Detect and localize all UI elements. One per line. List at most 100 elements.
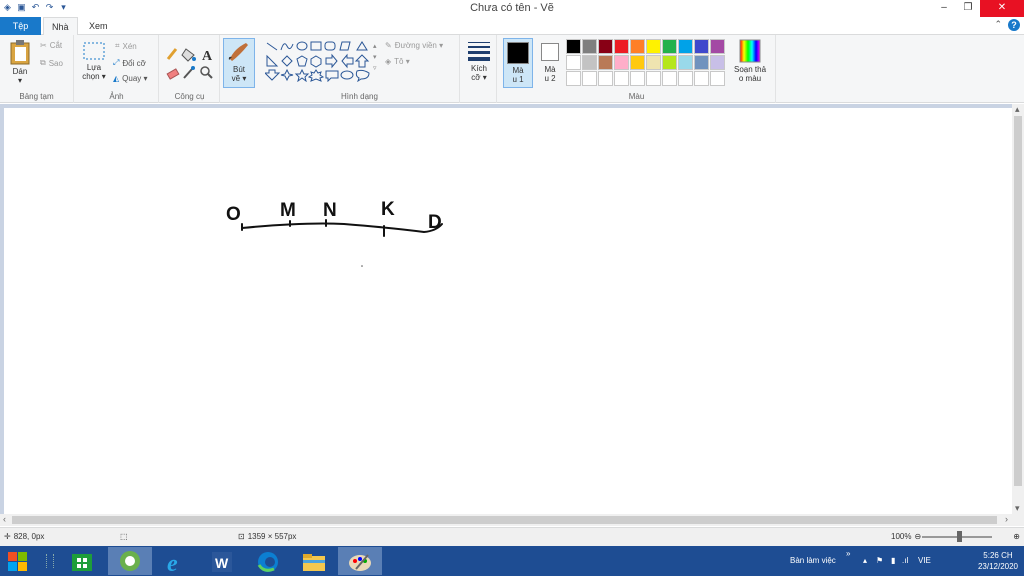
fill-bucket-icon[interactable] <box>181 48 196 62</box>
palette-swatch[interactable] <box>630 55 645 70</box>
internet-explorer-icon[interactable]: e <box>154 547 198 575</box>
resize-button[interactable]: ⤢ Đổi cỡ <box>113 58 146 68</box>
color-picker-icon[interactable] <box>183 66 195 79</box>
paste-button[interactable]: Dán ▾ <box>6 39 34 85</box>
store-icon[interactable] <box>60 547 104 575</box>
file-explorer-icon[interactable] <box>292 547 336 575</box>
edit-colors-button[interactable]: Soạn thả o màu <box>730 39 770 83</box>
network-icon[interactable]: .ıl <box>902 556 908 565</box>
selection-icon: ⬚ <box>120 532 128 541</box>
word-icon[interactable]: W <box>200 547 244 575</box>
rotate-button[interactable]: ◭ Quay ▾ <box>113 74 148 83</box>
size-button[interactable]: Kích cỡ ▾ <box>465 40 493 82</box>
palette-swatch[interactable] <box>662 71 677 86</box>
paint-taskbar-icon[interactable] <box>338 547 382 575</box>
edge-icon[interactable] <box>246 547 290 575</box>
shapes-scroll[interactable]: ▴ ▾ ▿ <box>373 41 377 74</box>
palette-swatch[interactable] <box>614 39 629 54</box>
palette-swatch[interactable] <box>678 39 693 54</box>
palette-swatch[interactable] <box>694 55 709 70</box>
cut-button[interactable]: ✂ Cắt <box>40 41 62 50</box>
palette-swatch[interactable] <box>678 55 693 70</box>
palette-swatch[interactable] <box>614 55 629 70</box>
show-hidden-icons[interactable]: ▴ <box>863 556 867 565</box>
brush-label-1: Bút <box>232 65 245 74</box>
scroll-right-icon[interactable]: › <box>1005 514 1008 524</box>
palette-swatch[interactable] <box>582 71 597 86</box>
horizontal-scrollbar[interactable]: ‹ › <box>0 514 1024 526</box>
scroll-up-icon[interactable]: ▴ <box>1015 104 1020 115</box>
palette-swatch[interactable] <box>710 71 725 86</box>
title-bar: ◈ ▣ ↶ ↷ ▾ Chưa có tên - Vẽ – ❐ ✕ <box>0 0 1024 17</box>
palette-swatch[interactable] <box>566 71 581 86</box>
palette-swatch[interactable] <box>630 71 645 86</box>
toolbar-expand-icon[interactable]: » <box>846 549 850 558</box>
maximize-button[interactable]: ❐ <box>956 0 980 17</box>
zoom-out-icon[interactable]: ⊖ <box>914 532 921 541</box>
palette-swatch[interactable] <box>598 55 613 70</box>
palette-swatch[interactable] <box>662 39 677 54</box>
palette-swatch[interactable] <box>646 55 661 70</box>
eraser-icon[interactable] <box>166 68 180 80</box>
collapse-ribbon-icon[interactable]: ⌃ <box>994 19 1002 31</box>
input-language[interactable]: VIE <box>918 556 931 565</box>
outline-button[interactable]: ✎ Đường viền ▾ <box>385 41 443 50</box>
minimize-button[interactable]: – <box>932 0 956 17</box>
vertical-scroll-thumb[interactable] <box>1014 116 1022 486</box>
pencil-icon[interactable] <box>166 48 178 60</box>
palette-swatch[interactable] <box>582 39 597 54</box>
scroll-left-icon[interactable]: ‹ <box>3 514 6 524</box>
palette-swatch[interactable] <box>678 71 693 86</box>
size-label-2: cỡ ▾ <box>471 73 487 82</box>
close-button[interactable]: ✕ <box>980 0 1024 17</box>
palette-swatch[interactable] <box>598 71 613 86</box>
color2-button[interactable]: Mà u 2 <box>536 38 564 83</box>
zoom-in-icon[interactable]: ⊕ <box>1013 532 1020 541</box>
palette-swatch[interactable] <box>614 71 629 86</box>
palette-swatch[interactable] <box>646 39 661 54</box>
help-icon[interactable]: ? <box>1008 19 1020 31</box>
tab-view[interactable]: Xem <box>81 17 116 35</box>
text-icon[interactable]: A <box>202 49 213 64</box>
ribbon-tabs: Tệp Nhà Xem ⌃ ? <box>0 17 1024 36</box>
ribbon: Dán ▾ ✂ Cắt ⧉ Sao Bảng tạm Lựa chọn ▾ ⌗ Xén… <box>0 35 1024 103</box>
horizontal-scroll-thumb[interactable] <box>12 516 997 524</box>
flag-icon[interactable]: ⚑ <box>876 556 883 565</box>
clock[interactable]: 5:26 CH 23/12/2020 <box>978 550 1018 572</box>
zoom-slider[interactable] <box>922 531 992 542</box>
desktop-toolbar-label[interactable]: Bàn làm việc <box>790 556 836 565</box>
magnifier-icon[interactable] <box>200 66 213 79</box>
tab-file[interactable]: Tệp <box>0 17 41 35</box>
palette-swatch[interactable] <box>630 39 645 54</box>
label-n: N <box>323 200 337 221</box>
battery-icon[interactable]: ▮ <box>891 556 895 565</box>
crop-button[interactable]: ⌗ Xén <box>115 41 137 51</box>
palette-swatch[interactable] <box>566 55 581 70</box>
palette-swatch[interactable] <box>662 55 677 70</box>
start-icon[interactable] <box>4 547 36 575</box>
taskbar: e W Bàn làm việc » ▴ ⚑ ▮ .ıl VIE 5:26 CH… <box>0 546 1024 576</box>
scroll-down-icon[interactable]: ▾ <box>1015 503 1020 514</box>
palette-swatch[interactable] <box>710 55 725 70</box>
shapes-gallery[interactable] <box>265 40 377 82</box>
select-button[interactable]: Lựa chọn ▾ <box>79 41 109 81</box>
palette-swatch[interactable] <box>566 39 581 54</box>
tab-home[interactable]: Nhà <box>43 17 78 36</box>
drawing-canvas[interactable]: O M N K D <box>4 108 1012 514</box>
palette-swatch[interactable] <box>694 71 709 86</box>
brush-button[interactable]: Bút vẽ ▾ <box>223 38 255 88</box>
copy-button[interactable]: ⧉ Sao <box>40 58 63 68</box>
palette-swatch[interactable] <box>582 55 597 70</box>
color1-button[interactable]: Mà u 1 <box>503 38 533 88</box>
palette-swatch[interactable] <box>694 39 709 54</box>
palette-swatch[interactable] <box>710 39 725 54</box>
clipboard-icon <box>10 40 30 65</box>
size-group: Kích cỡ ▾ <box>461 35 497 103</box>
copy-icon: ⧉ <box>40 58 46 67</box>
vertical-scrollbar[interactable]: ▴ ▾ <box>1012 104 1024 514</box>
palette-swatch[interactable] <box>646 71 661 86</box>
coccoc-browser-icon[interactable] <box>108 547 152 575</box>
zoom-slider-knob[interactable] <box>957 531 962 542</box>
fill-button[interactable]: ◈ Tô ▾ <box>385 57 410 66</box>
palette-swatch[interactable] <box>598 39 613 54</box>
